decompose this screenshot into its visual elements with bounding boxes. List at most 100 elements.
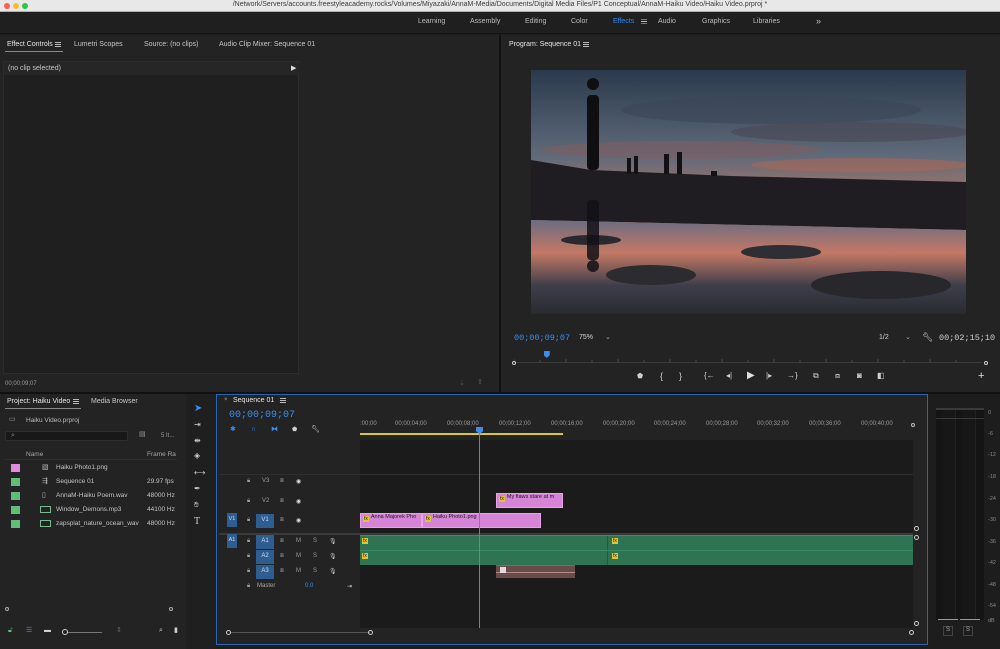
export-icon[interactable]: ⇪ [477, 379, 483, 386]
sync-lock-icon[interactable]: ⧈ [280, 517, 284, 524]
extract-icon[interactable]: ⧈ [835, 372, 840, 380]
track-header-v3[interactable]: 🔒︎ V3 ⧈ ◉ [219, 475, 360, 489]
zoom-slider-handle[interactable] [62, 629, 68, 635]
timeline-menu-icon[interactable] [280, 398, 286, 403]
tab-source[interactable]: Source: (no clips) [144, 41, 198, 48]
mute-button[interactable]: M [296, 568, 301, 574]
track-header-a1[interactable]: 🔒︎ A1 ⧈ M S 🎙︎ [219, 535, 360, 549]
sync-lock-icon[interactable]: ⧈ [280, 538, 284, 545]
pen-tool-icon[interactable]: ✒ [194, 485, 201, 493]
clip-a2-audio[interactable]: fx fx [360, 550, 913, 565]
workspace-audio[interactable]: Audio [658, 18, 676, 25]
eye-icon[interactable]: ◉ [296, 498, 301, 505]
sync-lock-icon[interactable]: ⧈ [280, 568, 284, 575]
close-tab-icon[interactable]: × [224, 397, 228, 403]
track-target-a1[interactable]: A1 [256, 535, 274, 549]
track-target-v1[interactable]: V1 [256, 514, 274, 528]
solo-button[interactable]: S [313, 538, 317, 544]
sync-lock-icon[interactable]: ⧈ [280, 478, 284, 485]
sort-icon[interactable]: ⇕ [116, 627, 122, 634]
solo-button[interactable]: S [313, 568, 317, 574]
hand-tool-icon[interactable]: ✋︎ [194, 501, 199, 509]
project-item-window-demons[interactable]: Window_Demons.mp3 44100 Hz [5, 503, 177, 517]
workspace-libraries[interactable]: Libraries [753, 18, 780, 25]
track-header-v2[interactable]: 🔒︎ V2 ⧈ ◉ [219, 495, 360, 509]
tab-audio-clip-mixer[interactable]: Audio Clip Mixer: Sequence 01 [219, 41, 315, 48]
camera-icon[interactable]: ◙ [857, 372, 862, 380]
program-current-timecode[interactable]: 00;00;09;07 [514, 333, 570, 343]
ripple-edit-tool-icon[interactable]: ⇼ [194, 437, 201, 445]
clip-a1-audio[interactable]: fx fx [360, 535, 913, 550]
mark-in-icon[interactable]: { [660, 372, 663, 381]
tab-media-browser[interactable]: Media Browser [91, 398, 138, 405]
track-header-master[interactable]: 🔒︎ Master 0.0 ⇥ [219, 580, 360, 594]
linked-selection-icon[interactable]: ⧓ [271, 426, 278, 433]
add-marker-icon[interactable]: ⬟ [637, 373, 643, 380]
snap-icon[interactable]: ∩ [251, 426, 256, 433]
clip-v1-anna[interactable]: fx Anna Majorek Pho [360, 513, 422, 528]
project-menu-icon[interactable] [73, 399, 79, 404]
tab-project[interactable]: Project: Haiku Video [7, 398, 70, 405]
timeline-timecode[interactable]: 00;00;09;07 [229, 410, 295, 421]
step-back-icon[interactable]: ◂| [726, 372, 732, 380]
find-icon[interactable]: ⌕ [159, 627, 163, 634]
play-icon[interactable]: ▶ [747, 371, 755, 381]
lock-icon[interactable]: 🔒︎ [247, 583, 250, 590]
clip-v2-text[interactable]: fx My flaws stare at m [496, 493, 563, 508]
project-item-sequence[interactable]: ⇶ Sequence 01 29.97 fps [5, 475, 177, 489]
project-item-haiku-photo[interactable]: ▧ Haiku Photo1.png [5, 461, 177, 475]
workspace-menu-icon[interactable] [641, 19, 647, 24]
workspace-learning[interactable]: Learning [418, 18, 445, 25]
lock-icon[interactable]: 🔒︎ [247, 538, 250, 545]
zoom-select[interactable]: 75% ⌄ [575, 333, 615, 344]
filter-icon[interactable]: ⇣ [459, 380, 465, 387]
lock-icon[interactable]: 🔒︎ [247, 498, 250, 505]
lock-icon[interactable]: 🔒︎ [247, 517, 250, 524]
project-search-input[interactable]: ⌕ [5, 431, 128, 441]
wrench-icon[interactable]: 🔧︎ [922, 333, 933, 342]
program-video-frame[interactable] [531, 70, 966, 314]
timeline-horizontal-scrollbar[interactable] [226, 630, 916, 636]
lock-icon[interactable]: 🔒︎ [247, 568, 250, 575]
solo-button[interactable]: S [313, 553, 317, 559]
workspace-effects[interactable]: Effects [613, 18, 634, 25]
microphone-icon[interactable]: 🎙︎ [329, 538, 337, 545]
source-patch-a1[interactable]: A1 [227, 534, 237, 548]
mute-button[interactable]: M [296, 553, 301, 559]
lock-icon[interactable]: 🔒︎ [247, 478, 250, 485]
go-to-end-icon[interactable]: ⇥ [347, 583, 352, 590]
workspace-editing[interactable]: Editing [525, 18, 546, 25]
program-monitor-title[interactable]: Program: Sequence 01 [509, 41, 581, 48]
timeline-vertical-scrollbar[interactable] [914, 440, 920, 628]
project-item-haiku-poem[interactable]: ▯ AnnaM-Haiku Poem.wav 48000 Hz [5, 489, 177, 503]
track-header-v1[interactable]: 🔒︎ V1 ⧈ ◉ [219, 514, 360, 528]
resolution-select[interactable]: 1/2 ⌄ [875, 333, 915, 344]
workspace-color[interactable]: Color [571, 18, 588, 25]
track-select-tool-icon[interactable]: ⇥ [194, 421, 201, 429]
sync-lock-icon[interactable]: ⧈ [280, 553, 284, 560]
add-marker-icon[interactable]: ⬟ [292, 427, 297, 433]
program-menu-icon[interactable] [583, 42, 589, 47]
source-patch-v1[interactable]: V1 [227, 513, 237, 527]
go-to-out-icon[interactable]: →} [787, 372, 798, 380]
work-area-bar[interactable] [360, 433, 563, 435]
track-header-a3[interactable]: 🔒︎ A3 ⧈ M S 🎙︎ [219, 565, 360, 579]
new-bin-icon[interactable]: ▤ [139, 431, 146, 438]
razor-tool-icon[interactable]: ◈ [194, 452, 200, 460]
delete-icon[interactable]: ▮ [174, 627, 178, 634]
comparison-view-icon[interactable]: ◧ [877, 372, 885, 380]
lock-icon[interactable]: 🔒︎ [247, 553, 250, 560]
workspace-assembly[interactable]: Assembly [470, 18, 500, 25]
ruler-end-handle[interactable] [911, 423, 915, 427]
eye-icon[interactable]: ◉ [296, 517, 301, 524]
more-workspaces-icon[interactable]: » [816, 16, 821, 26]
mark-out-icon[interactable]: } [679, 372, 682, 381]
mute-button[interactable]: M [296, 538, 301, 544]
zoom-slider[interactable] [64, 632, 102, 633]
step-forward-icon[interactable]: |▸ [766, 372, 772, 380]
scrub-start-handle[interactable] [512, 361, 516, 365]
workspace-graphics[interactable]: Graphics [702, 18, 730, 25]
tab-lumetri-scopes[interactable]: Lumetri Scopes [74, 41, 123, 48]
tab-sequence[interactable]: Sequence 01 [233, 397, 274, 404]
selection-tool-icon[interactable]: ➤ [194, 404, 202, 414]
